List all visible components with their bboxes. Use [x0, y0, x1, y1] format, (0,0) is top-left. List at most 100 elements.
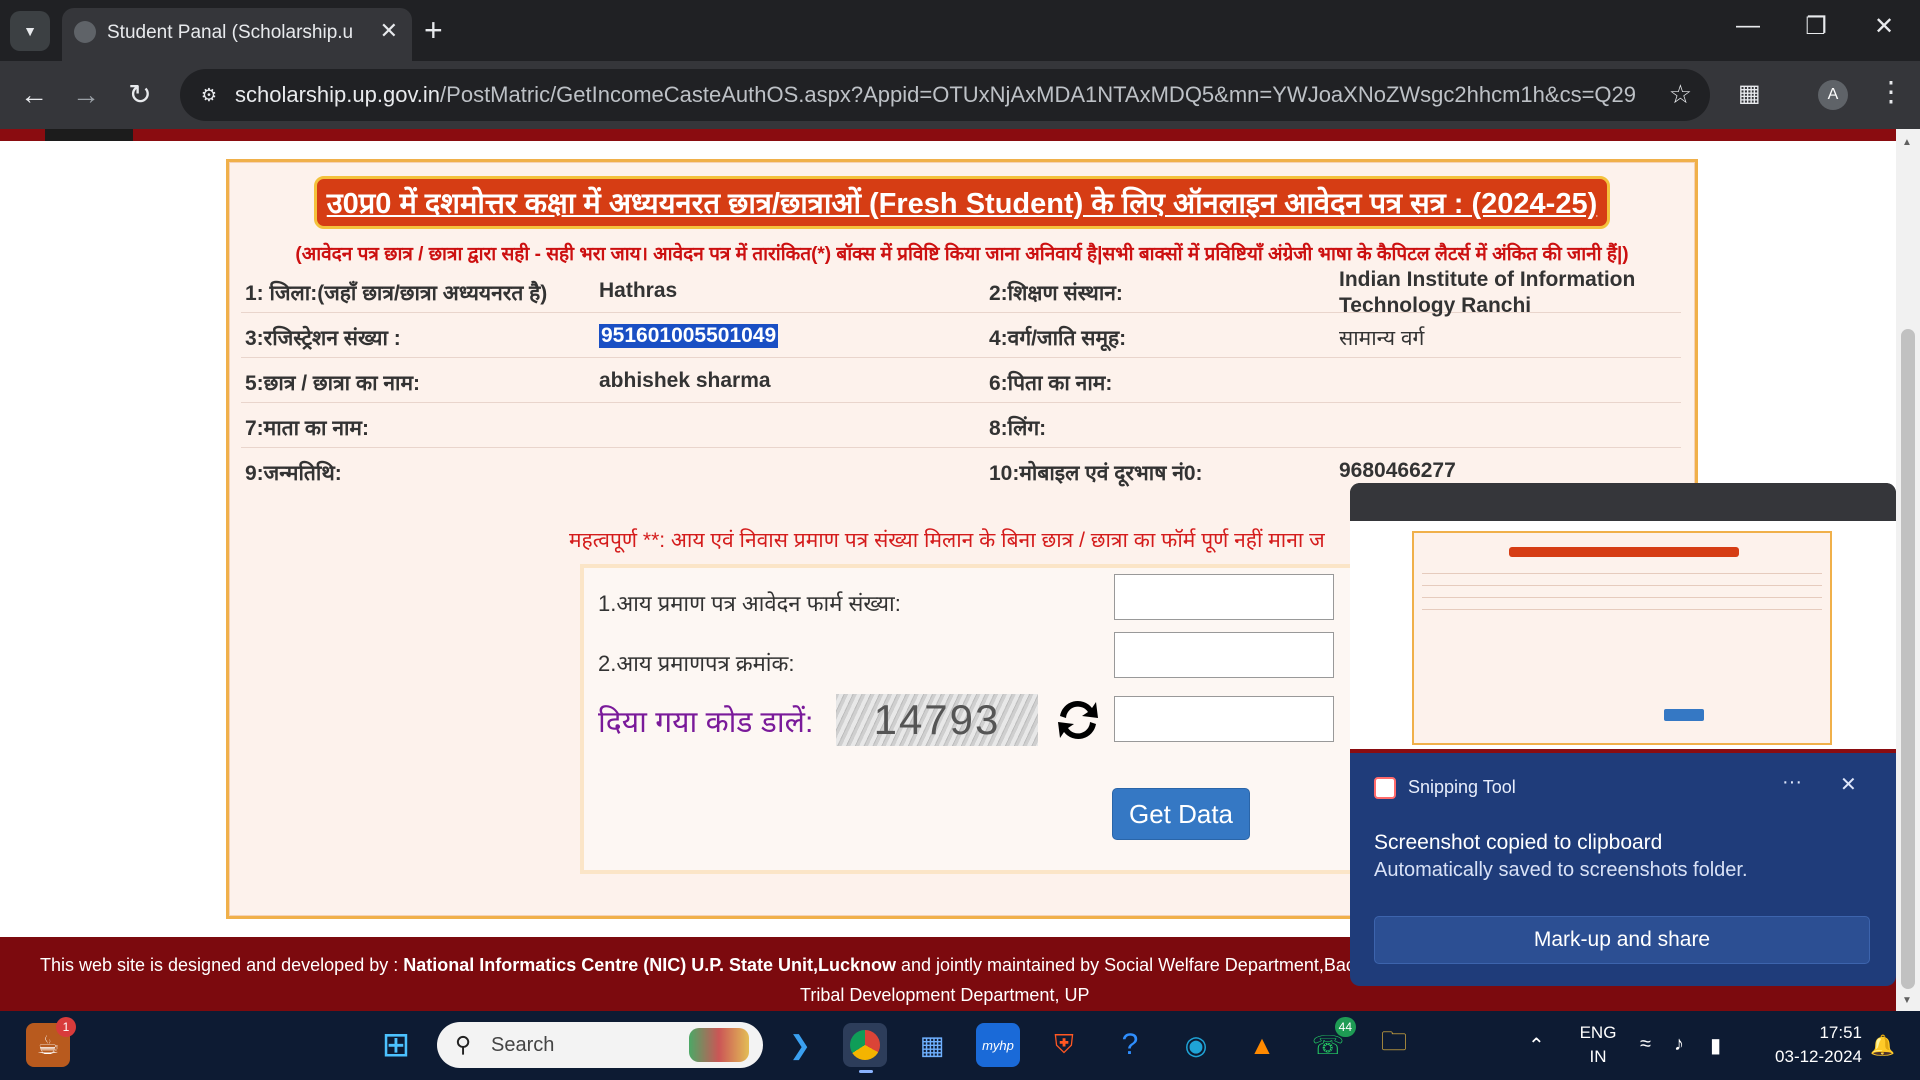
close-window-icon[interactable]: ✕: [1864, 12, 1904, 41]
tab-title: Student Panal (Scholarship.up.g: [107, 22, 352, 43]
new-tab-button[interactable]: +: [424, 12, 443, 48]
edge-icon[interactable]: ◉: [1174, 1023, 1218, 1067]
preview-browser-chrome: [1350, 483, 1896, 521]
preview-row-line: [1422, 609, 1822, 610]
profile-avatar[interactable]: A: [1818, 80, 1848, 110]
get-data-button[interactable]: Get Data: [1112, 788, 1250, 840]
chevron-up-icon[interactable]: ⌃: [1528, 1033, 1545, 1058]
form-title: उ0प्र0 में दशमोत्तर कक्षा में अध्ययनरत छ…: [313, 176, 1611, 229]
category-value: सामान्य वर्ग: [1339, 327, 1425, 350]
url-path: /PostMatric/GetIncomeCasteAuthOS.aspx?Ap…: [440, 82, 1635, 107]
chevron-down-icon: ▼: [23, 23, 37, 39]
brave-icon[interactable]: ⛨: [1042, 1023, 1086, 1067]
site-info-icon[interactable]: ⚙: [196, 82, 222, 108]
preview-page: [1350, 521, 1896, 753]
taskbar: ☕ 1 ⊞ ⚲ Search ❯ ▦ myhp ⛨ ? ◉ ▲ ☏ 44 🗀 ⌃ E…: [0, 1011, 1920, 1080]
volume-icon[interactable]: ♪: [1674, 1033, 1684, 1056]
footer-line-1: This web site is designed and developed …: [40, 955, 1403, 976]
mobile-value: 9680466277: [1339, 459, 1456, 482]
myhp-icon[interactable]: myhp: [976, 1023, 1020, 1067]
district-label: 1: जिला:(जहाँ छात्र/छात्रा अध्ययनरत है): [245, 282, 548, 305]
vscode-icon[interactable]: ❯: [778, 1023, 822, 1067]
file-explorer-icon[interactable]: 🗀: [1372, 1023, 1416, 1067]
minimize-icon[interactable]: —: [1728, 12, 1768, 40]
father-name-label: 6:पिता का नाम:: [989, 372, 1113, 395]
battery-icon[interactable]: ▮: [1710, 1033, 1721, 1058]
form-title-wrap: उ0प्र0 में दशमोत्तर कक्षा में अध्ययनरत छ…: [229, 176, 1695, 229]
chrome-logo: [850, 1030, 880, 1060]
toast-body: Automatically saved to screenshots folde…: [1374, 859, 1748, 881]
browser-tab[interactable]: Student Panal (Scholarship.up.g ✕: [62, 8, 412, 61]
footer-line-2: Tribal Development Department, UP: [800, 985, 1090, 1005]
dob-label: 9:जन्मतिथि:: [245, 462, 342, 485]
scroll-up-arrow-icon[interactable]: ▲: [1902, 137, 1912, 148]
preview-row-line: [1422, 585, 1822, 586]
footer-suffix: and jointly maintained by Social Welfare…: [895, 955, 1403, 975]
language-code[interactable]: ENG: [1578, 1023, 1618, 1043]
browser-tab-bar: ▼ Student Panal (Scholarship.up.g ✕ + — …: [0, 0, 1920, 61]
income-cert-number-label: 2.आय प्रमाणपत्र क्रमांक:: [598, 651, 795, 676]
income-cert-number-input[interactable]: [1114, 632, 1334, 678]
tab-close-icon[interactable]: ✕: [380, 18, 398, 44]
header-strip: [0, 129, 1896, 141]
restore-icon[interactable]: ❐: [1796, 12, 1836, 41]
help-icon[interactable]: ?: [1108, 1023, 1152, 1067]
preview-get-data-button: [1664, 709, 1704, 721]
vlc-icon[interactable]: ▲: [1240, 1023, 1284, 1067]
scroll-down-arrow-icon[interactable]: ▼: [1902, 995, 1912, 1006]
forward-arrow-icon[interactable]: →: [66, 75, 106, 115]
registration-label: 3:रजिस्ट्रेशन संख्या :: [245, 327, 401, 350]
income-app-number-input[interactable]: [1114, 574, 1334, 620]
whatsapp-badge: 44: [1334, 1017, 1356, 1037]
institute-value: Indian Institute of Information Technolo…: [1339, 268, 1636, 317]
wifi-icon[interactable]: ≈: [1640, 1033, 1651, 1056]
whatsapp-icon[interactable]: ☏ 44: [1306, 1017, 1356, 1067]
info-row: 3:रजिस्ट्रेशन संख्या : 951601005501049 4…: [241, 313, 1681, 358]
info-row: 7:माता का नाम: 8:लिंग:: [241, 403, 1681, 448]
notification-bell-icon[interactable]: 🔔: [1870, 1033, 1895, 1058]
refresh-captcha-icon[interactable]: [1052, 694, 1104, 746]
extensions-icon[interactable]: ▦: [1738, 79, 1761, 108]
preview-title-bar: [1509, 547, 1739, 557]
close-icon[interactable]: ✕: [1840, 772, 1857, 797]
reload-icon[interactable]: ↻: [120, 75, 160, 115]
income-verification-box: 1.आय प्रमाण पत्र आवेदन फार्म संख्या: 2.आ…: [580, 564, 1380, 874]
snipping-tool-notification[interactable]: Snipping Tool ··· ✕ Screenshot copied to…: [1350, 753, 1896, 986]
header-strip-tab: [45, 129, 133, 141]
windows-start-icon[interactable]: ⊞: [374, 1023, 418, 1067]
mother-name-label: 7:माता का नाम:: [245, 417, 369, 440]
clock-time[interactable]: 17:51: [1758, 1023, 1862, 1043]
info-row: 5:छात्र / छात्रा का नाम: abhishek sharma…: [241, 358, 1681, 403]
screenshot-preview[interactable]: [1350, 483, 1896, 753]
search-icon: ⚲: [455, 1032, 472, 1057]
chrome-icon[interactable]: [843, 1023, 887, 1073]
weather-widget-icon[interactable]: ☕ 1: [26, 1017, 76, 1067]
clock-date[interactable]: 03-12-2024: [1758, 1047, 1862, 1067]
address-bar[interactable]: ⚙ scholarship.up.gov.in/PostMatric/GetIn…: [180, 69, 1710, 121]
site-favicon-icon: [74, 21, 96, 43]
search-highlight-icon: [689, 1028, 749, 1062]
markup-share-button[interactable]: Mark-up and share: [1374, 916, 1870, 964]
tab-search-button[interactable]: ▼: [10, 11, 50, 51]
captcha-image: 14793: [836, 694, 1038, 746]
registration-value: 951601005501049: [599, 324, 779, 348]
language-region[interactable]: IN: [1578, 1047, 1618, 1067]
district-value: Hathras: [599, 279, 678, 302]
preview-row-line: [1422, 597, 1822, 598]
taskbar-search[interactable]: ⚲ Search: [437, 1022, 763, 1068]
url-text[interactable]: scholarship.up.gov.in/PostMatric/GetInco…: [235, 82, 1635, 108]
scrollbar-thumb[interactable]: [1901, 329, 1915, 989]
footer-prefix: This web site is designed and developed …: [40, 955, 404, 975]
captcha-input[interactable]: [1114, 696, 1334, 742]
toast-heading: Screenshot copied to clipboard: [1374, 831, 1663, 854]
weather-badge: 1: [56, 1017, 76, 1037]
back-arrow-icon[interactable]: ←: [14, 75, 54, 115]
microsoft-store-icon[interactable]: ▦: [910, 1023, 954, 1067]
bookmark-star-icon[interactable]: ☆: [1669, 79, 1692, 110]
institute-label: 2:शिक्षण संस्थान:: [989, 282, 1123, 305]
page-scrollbar[interactable]: ▲ ▼: [1896, 129, 1920, 1011]
more-options-icon[interactable]: ···: [1782, 771, 1802, 794]
browser-menu-icon[interactable]: ⋮: [1877, 75, 1905, 108]
toast-app-name: Snipping Tool: [1408, 777, 1516, 797]
student-name-value: abhishek sharma: [599, 369, 771, 392]
